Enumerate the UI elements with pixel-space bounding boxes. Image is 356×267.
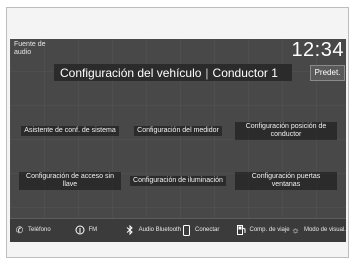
smartphone-icon	[181, 224, 192, 237]
tile-label: Configuración del medidor	[134, 126, 222, 136]
tile-door-window-settings[interactable]: Configuración puertas ventanas	[234, 161, 338, 201]
radio-icon	[74, 225, 85, 236]
connect-button[interactable]: Conectar	[181, 219, 235, 242]
tile-system-setup-assistant[interactable]: Asistente de conf. de sistema	[18, 111, 122, 151]
tile-keyless-access-settings[interactable]: Configuración de acceso sin llave	[18, 161, 122, 201]
connect-label: Conectar	[195, 227, 220, 233]
tile-label: Configuración de iluminación	[130, 176, 226, 186]
bluetooth-audio-button[interactable]: Audio Bluetooth	[125, 219, 181, 242]
display-mode-icon: ☼	[291, 225, 300, 235]
fuel-icon	[236, 225, 247, 236]
fm-label: FM	[88, 227, 98, 233]
bottom-bar: ✆ Teléfono FM Audio Bluetooth Conectar C…	[10, 218, 346, 242]
tile-label: Asistente de conf. de sistema	[21, 126, 119, 136]
phone-button[interactable]: ✆ Teléfono	[10, 219, 68, 242]
tile-driver-position-settings[interactable]: Configuración posición de conductor	[234, 111, 338, 151]
display-mode-button[interactable]: ☼ Modo de visual.	[290, 219, 346, 242]
trip-computer-button[interactable]: Comp. de viaje	[236, 219, 290, 242]
tile-label: Configuración de acceso sin llave	[19, 172, 121, 190]
bluetooth-audio-label: Audio Bluetooth	[138, 227, 182, 233]
trip-computer-label: Comp. de viaje	[249, 227, 290, 233]
tile-meter-settings[interactable]: Configuración del medidor	[126, 111, 230, 151]
preset-button[interactable]: Predet.	[310, 65, 345, 81]
page-title: Configuración del vehículo | Conductor 1	[54, 64, 292, 81]
page-title-text: Configuración del vehículo	[60, 65, 202, 80]
infotainment-screen: Fuente de audio 12:34 Configuración del …	[10, 39, 346, 242]
tile-label: Configuración puertas ventanas	[235, 172, 337, 190]
driver-name: Conductor 1	[212, 65, 278, 80]
clock: 12:34	[291, 39, 344, 61]
fm-button[interactable]: FM	[68, 219, 125, 242]
bluetooth-icon	[125, 224, 136, 236]
tile-lighting-settings[interactable]: Configuración de iluminación	[126, 161, 230, 201]
audio-source-button[interactable]: Fuente de audio	[14, 41, 54, 57]
phone-icon: ✆	[15, 225, 24, 235]
display-mode-label: Modo de visual.	[303, 227, 346, 233]
title-separator: |	[205, 65, 209, 80]
phone-label: Teléfono	[28, 227, 51, 233]
tile-label: Configuración posición de conductor	[235, 122, 337, 140]
